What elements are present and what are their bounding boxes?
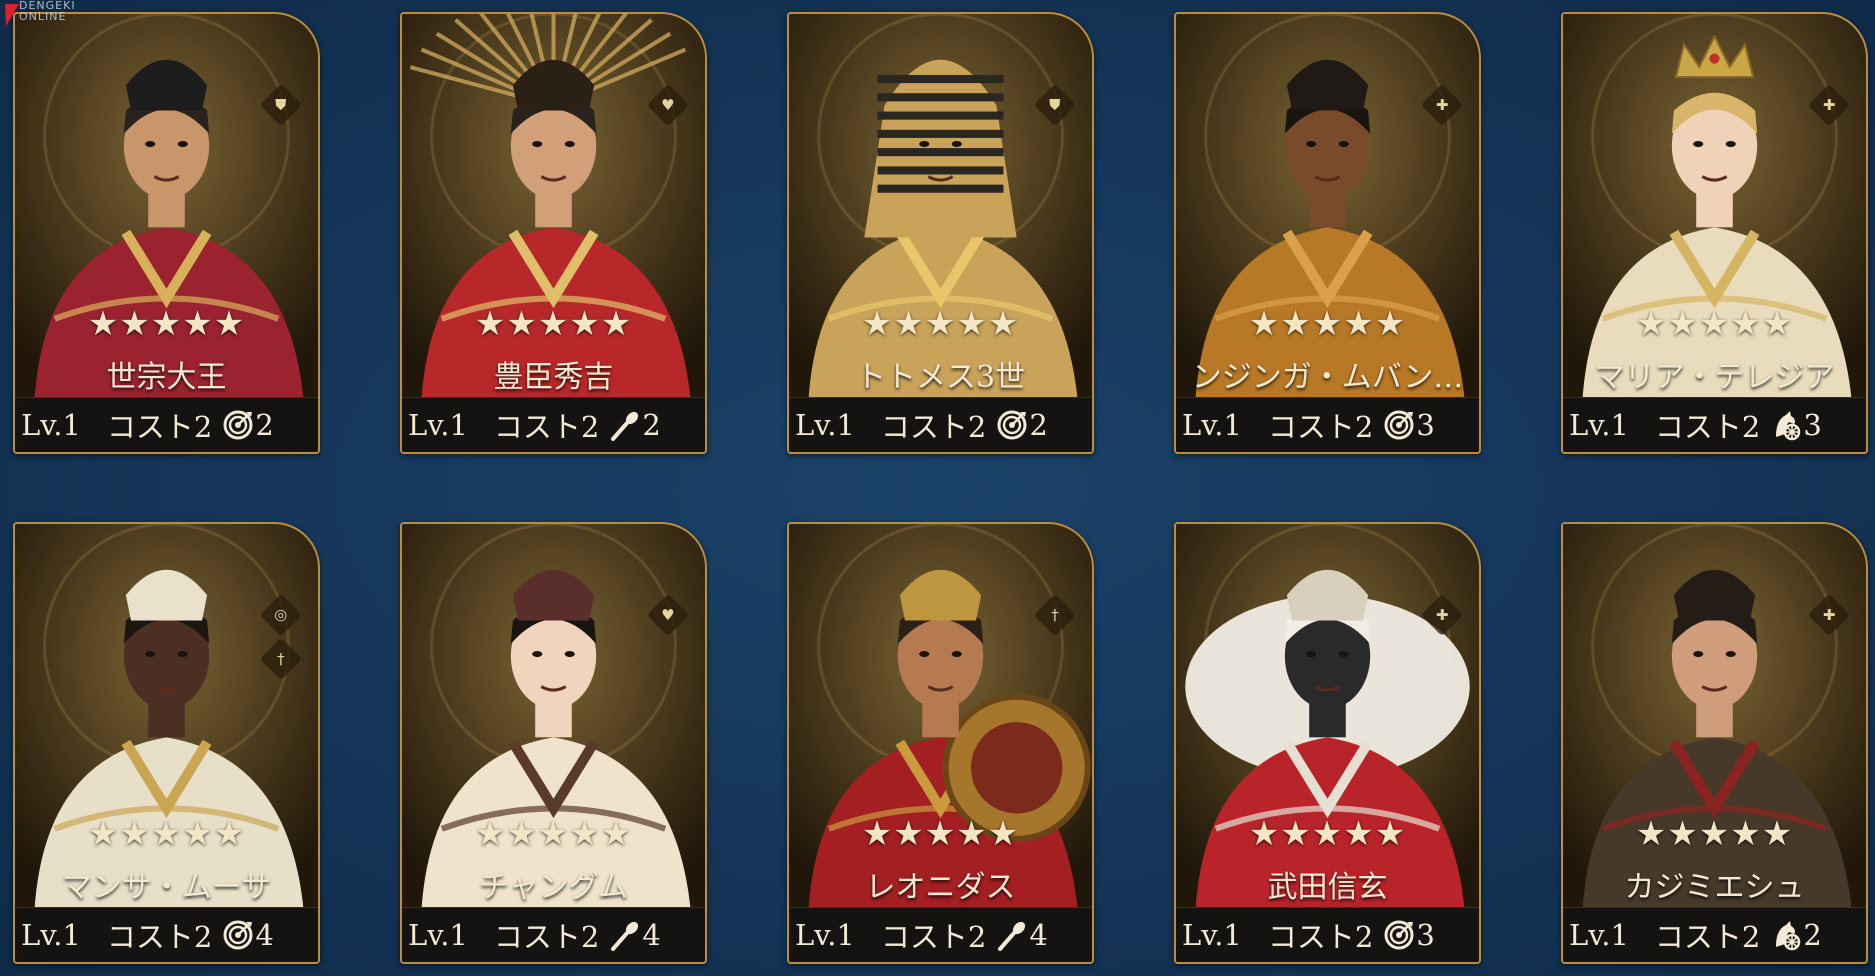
star-rating: ★★★★★ <box>1248 814 1407 854</box>
hero-level: Lv.1 <box>21 408 81 442</box>
card-footer: Lv.1 コスト2 2 <box>789 397 1092 452</box>
hero-cost: コスト2 <box>1267 410 1374 444</box>
star-rating: ★★★★★ <box>474 304 633 344</box>
card-footer: Lv.1 コスト2 4 <box>402 907 705 962</box>
hero-card[interactable]: † ★★★★★ レオニダス Lv.1 コスト2 4 <box>787 522 1094 964</box>
torch-icon <box>609 919 641 951</box>
star-rating: ★★★★★ <box>87 814 246 854</box>
torch-icon <box>996 919 1028 951</box>
hero-name: マリア・テレジア <box>1594 360 1835 395</box>
hero-cost: コスト2 <box>493 410 600 444</box>
hero-level: Lv.1 <box>1182 918 1242 952</box>
star-rating: ★★★★★ <box>861 304 1020 344</box>
hero-card[interactable]: ✚ ★★★★★ マリア・テレジア Lv.1 コスト2 3 <box>1561 12 1868 454</box>
hero-level: Lv.1 <box>1182 408 1242 442</box>
hero-cost: コスト2 <box>880 920 987 954</box>
hero-card[interactable]: ✚ ★★★★★ カジミエシュ Lv.1 コスト2 2 <box>1561 522 1868 964</box>
hero-level: Lv.1 <box>795 918 855 952</box>
hero-level: Lv.1 <box>21 918 81 952</box>
hero-roster: DENGEKI ONLINE ⛊★★★★★世宗大王Lv.1コスト22 <box>0 0 1875 976</box>
hero-level: Lv.1 <box>1569 408 1629 442</box>
card-footer: Lv.1 コスト2 3 <box>1176 907 1479 962</box>
star-rating: ★★★★★ <box>474 814 633 854</box>
hero-name: 武田信玄 <box>1267 870 1388 905</box>
hero-cost: コスト2 <box>106 920 213 954</box>
hero-cost: コスト2 <box>493 920 600 954</box>
hero-name: マンサ・ムーサ <box>61 870 272 905</box>
star-rating: ★★★★★ <box>1248 304 1407 344</box>
hero-name: 世宗大王 <box>106 360 227 395</box>
hero-card[interactable]: ⛊ ★★★★★ 世宗大王 Lv.1 コスト2 2 <box>13 12 320 454</box>
target-icon <box>996 409 1028 441</box>
target-icon <box>222 409 254 441</box>
hero-name: レオニダス <box>865 870 1016 905</box>
hero-card[interactable]: ♥ ★★★★★ チャングム Lv.1 コスト2 4 <box>400 522 707 964</box>
hero-name: 豊臣秀吉 <box>493 360 614 395</box>
resource-value: 2 <box>1803 918 1822 952</box>
resource-value: 4 <box>1029 918 1048 952</box>
hero-level: Lv.1 <box>1569 918 1629 952</box>
resource-value: 4 <box>255 918 274 952</box>
hero-cost: コスト2 <box>1654 920 1761 954</box>
hero-name: カジミエシュ <box>1624 870 1805 905</box>
hero-card[interactable]: ♥ ★★★★★ 豊臣秀吉 Lv.1 コスト2 2 <box>400 12 707 454</box>
hero-name: トトメス3世 <box>855 360 1026 395</box>
horse-wheel-icon <box>1770 409 1802 441</box>
card-footer: Lv.1 コスト2 4 <box>15 907 318 962</box>
star-rating: ★★★★★ <box>1635 814 1794 854</box>
star-rating: ★★★★★ <box>87 304 246 344</box>
resource-value: 2 <box>1029 408 1048 442</box>
horse-wheel-icon <box>1770 919 1802 951</box>
card-footer: Lv.1 コスト2 2 <box>15 397 318 452</box>
resource-value: 2 <box>642 408 661 442</box>
card-footer: Lv.1 コスト2 3 <box>1176 397 1479 452</box>
card-footer: Lv.1 コスト2 4 <box>789 907 1092 962</box>
star-rating: ★★★★★ <box>1635 304 1794 344</box>
target-icon <box>222 919 254 951</box>
resource-value: 3 <box>1416 918 1435 952</box>
card-footer: Lv.1 コスト2 2 <box>1563 907 1866 962</box>
star-rating: ★★★★★ <box>861 814 1020 854</box>
hero-name: チャングム <box>478 870 629 905</box>
resource-value: 2 <box>255 408 274 442</box>
torch-icon <box>609 409 641 441</box>
card-footer: Lv.1 コスト2 3 <box>1563 397 1866 452</box>
hero-cost: コスト2 <box>1654 410 1761 444</box>
hero-card[interactable]: ✚ ★★★★★ ンジンガ・ムバン… Lv.1 コスト2 3 <box>1174 12 1481 454</box>
hero-level: Lv.1 <box>795 408 855 442</box>
hero-name: ンジンガ・ムバン… <box>1191 360 1464 395</box>
hero-level: Lv.1 <box>408 918 468 952</box>
card-footer: Lv.1 コスト2 2 <box>402 397 705 452</box>
target-icon <box>1383 919 1415 951</box>
watermark: DENGEKI ONLINE <box>0 0 76 26</box>
hero-level: Lv.1 <box>408 408 468 442</box>
hero-cost: コスト2 <box>1267 920 1374 954</box>
hero-cost: コスト2 <box>880 410 987 444</box>
hero-card[interactable]: ✚ ★★★★★ 武田信玄 Lv.1 コスト2 3 <box>1174 522 1481 964</box>
target-icon <box>1383 409 1415 441</box>
lightning-icon <box>0 4 19 26</box>
hero-card[interactable]: ⛊ ★★★★★ トトメス3世 Lv.1 コスト2 2 <box>787 12 1094 454</box>
watermark-sub: ONLINE <box>19 10 67 23</box>
hero-card[interactable]: ◎ † ★★★★★ マンサ・ムーサ Lv.1 コスト2 4 <box>13 522 320 964</box>
resource-value: 3 <box>1803 408 1822 442</box>
resource-value: 4 <box>642 918 661 952</box>
resource-value: 3 <box>1416 408 1435 442</box>
hero-cost: コスト2 <box>106 410 213 444</box>
